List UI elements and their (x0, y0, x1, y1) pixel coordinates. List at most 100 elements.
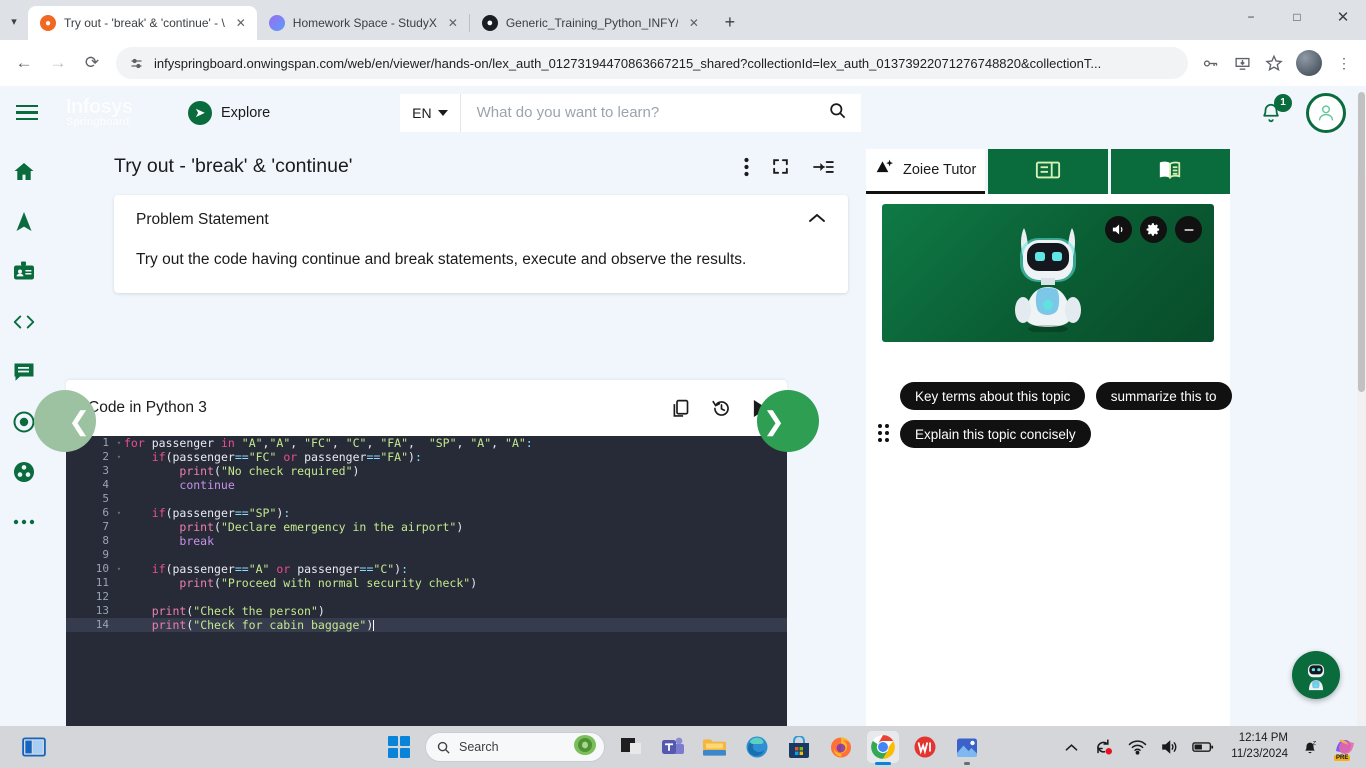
explore-nav-item[interactable]: ➤ Explore (188, 100, 270, 125)
code-line[interactable]: 9 (66, 548, 787, 562)
new-tab-button[interactable]: + (716, 8, 744, 36)
code-line[interactable]: 3 print("No check required") (66, 464, 787, 478)
photos-icon[interactable] (951, 731, 983, 765)
tab-slides[interactable] (985, 149, 1108, 194)
install-app-icon[interactable] (1228, 49, 1256, 77)
notification-bell-icon[interactable]: z (1299, 737, 1321, 757)
home-icon[interactable] (11, 159, 37, 185)
history-icon[interactable] (711, 398, 732, 419)
minimize-icon[interactable] (1175, 216, 1202, 243)
line-number: 6 (102, 506, 109, 519)
code-line[interactable]: 14 print("Check for cabin baggage") (66, 618, 787, 632)
wps-office-icon[interactable] (909, 731, 941, 763)
wifi-icon[interactable] (1126, 737, 1148, 757)
tab-book[interactable] (1107, 149, 1230, 194)
more-icon[interactable] (11, 509, 37, 535)
windows-search-box[interactable]: Search (425, 732, 605, 762)
fold-toggle-icon[interactable]: ▾ (114, 436, 124, 450)
previous-step-button[interactable]: ❮ (34, 390, 96, 452)
onedrive-sync-icon[interactable] (1093, 737, 1115, 757)
forward-button[interactable]: → (42, 47, 74, 79)
code-line[interactable]: 5 (66, 492, 787, 506)
code-line[interactable]: 12 (66, 590, 787, 604)
window-controls: − □ ✕ (1228, 0, 1366, 34)
fold-toggle-icon[interactable]: ▾ (114, 562, 124, 576)
taskbar-clock[interactable]: 12:14 PM 11/23/2024 (1231, 731, 1288, 762)
window-minimize-button[interactable]: − (1228, 0, 1274, 34)
fold-toggle-icon[interactable]: ▾ (114, 506, 124, 520)
code-line[interactable]: 6 ▾ if(passenger=="SP"): (66, 506, 787, 520)
window-maximize-button[interactable]: □ (1274, 0, 1320, 34)
code-line[interactable]: 1 ▾ for passenger in "A","A", "FC", "C", "… (66, 436, 787, 450)
task-view-icon[interactable] (18, 731, 50, 763)
site-search-input[interactable]: What do you want to learn? (460, 93, 861, 132)
code-line[interactable]: 8 break (66, 534, 787, 548)
notifications-button[interactable]: 1 (1254, 93, 1292, 130)
fullscreen-icon[interactable] (771, 157, 790, 176)
weather-widget-icon[interactable] (572, 733, 598, 762)
problem-statement-header[interactable]: Problem Statement (136, 211, 826, 229)
code-editor[interactable]: 1 ▾ for passenger in "A","A", "FC", "C", "… (66, 436, 787, 726)
bookmark-star-icon[interactable] (1260, 49, 1288, 77)
tab-close-icon[interactable]: ✕ (233, 15, 249, 31)
microsoft-teams-icon[interactable] (657, 731, 689, 763)
community-icon[interactable] (11, 459, 37, 485)
file-explorer-icon[interactable] (699, 731, 731, 763)
reload-button[interactable]: ⟳ (76, 47, 108, 79)
code-line[interactable]: 10 ▾ if(passenger=="A" or passenger=="C")… (66, 562, 787, 576)
compass-icon: ➤ (188, 100, 212, 125)
settings-gear-icon[interactable] (1140, 216, 1167, 243)
chip-key-terms[interactable]: Key terms about this topic (900, 382, 1086, 410)
volume-icon[interactable] (1159, 737, 1181, 757)
next-step-button[interactable]: ❯ (757, 390, 819, 452)
file-explorer-dark-icon[interactable] (615, 731, 647, 763)
tab-close-icon[interactable]: ✕ (686, 15, 702, 31)
battery-icon[interactable] (1192, 737, 1214, 757)
browser-tab-1[interactable]: ● Try out - 'break' & 'continue' - \ ✕ (28, 6, 257, 40)
firefox-icon[interactable] (825, 731, 857, 763)
google-chrome-icon[interactable] (867, 731, 899, 765)
windows-start-icon[interactable] (383, 731, 415, 763)
copilot-icon[interactable]: PRE (1332, 734, 1358, 761)
kebab-menu-icon[interactable] (744, 157, 749, 177)
code-line[interactable]: 11 print("Proceed with normal security c… (66, 576, 787, 590)
password-key-icon[interactable] (1196, 49, 1224, 77)
browser-tab-2[interactable]: Homework Space - StudyX ✕ (256, 6, 469, 40)
tab-zoiee-tutor[interactable]: Zoiee Tutor (866, 149, 986, 194)
chevron-up-icon[interactable] (1060, 737, 1082, 757)
copy-icon[interactable] (670, 398, 691, 419)
browser-tab-3[interactable]: ● Generic_Training_Python_INFY/ ✕ (469, 6, 710, 40)
code-line[interactable]: 4 continue (66, 478, 787, 492)
user-avatar[interactable] (1306, 92, 1346, 133)
collapse-panel-icon[interactable] (812, 158, 834, 176)
microsoft-store-icon[interactable] (783, 731, 815, 763)
back-button[interactable]: ← (8, 47, 40, 79)
zoiee-bot-fab[interactable] (1292, 651, 1340, 699)
sound-icon[interactable] (1105, 216, 1132, 243)
address-bar[interactable]: infyspringboard.onwingspan.com/web/en/vi… (116, 47, 1188, 79)
id-card-icon[interactable] (11, 259, 37, 285)
taskbar-left (18, 731, 50, 763)
drag-handle-icon[interactable] (878, 424, 890, 442)
window-close-button[interactable]: ✕ (1320, 0, 1366, 34)
chip-explain[interactable]: Explain this topic concisely (900, 420, 1091, 448)
chat-icon[interactable] (11, 359, 37, 385)
page-scrollbar-thumb[interactable] (1358, 92, 1365, 392)
chrome-menu-icon[interactable]: ⋮ (1330, 49, 1358, 77)
search-icon[interactable] (828, 101, 847, 125)
language-selector[interactable]: EN (400, 93, 461, 132)
tab-close-icon[interactable]: ✕ (445, 15, 461, 31)
code-line[interactable]: 7 print("Declare emergency in the airpor… (66, 520, 787, 534)
tab-search-icon[interactable]: ▾ (0, 4, 28, 38)
chrome-profile-avatar[interactable] (1296, 50, 1322, 76)
navigation-icon[interactable] (11, 209, 37, 235)
chevron-up-icon[interactable] (808, 211, 826, 227)
chip-summarize[interactable]: summarize this to (1095, 382, 1232, 410)
hamburger-icon[interactable] (0, 104, 48, 121)
fold-toggle-icon[interactable]: ▾ (114, 450, 124, 464)
code-line[interactable]: 2 ▾ if(passenger=="FC" or passenger=="FA"… (66, 450, 787, 464)
site-settings-icon[interactable] (128, 55, 144, 71)
code-brackets-icon[interactable] (11, 309, 37, 335)
code-line[interactable]: 13 print("Check the person") (66, 604, 787, 618)
microsoft-edge-icon[interactable] (741, 731, 773, 763)
